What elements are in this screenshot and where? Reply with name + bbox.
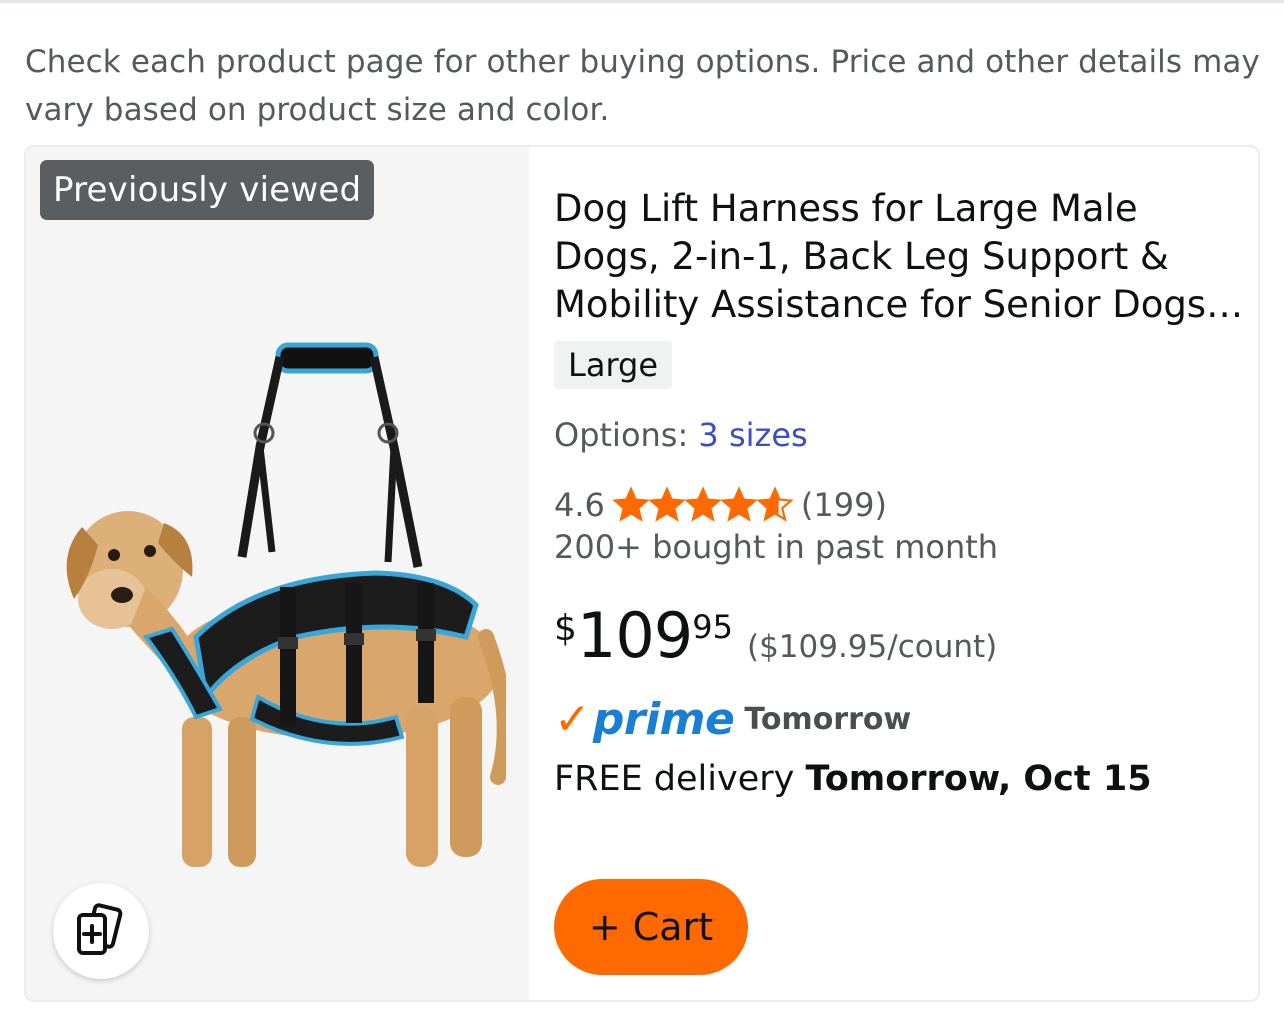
product-image-pane[interactable]: Previously viewed [26, 147, 529, 1000]
options-sizes-link[interactable]: 3 sizes [698, 416, 807, 454]
review-count[interactable]: (199) [801, 486, 887, 524]
product-card[interactable]: Previously viewed Dog Lift Harness for L… [24, 145, 1260, 1002]
size-chip: Large [554, 341, 673, 389]
prime-check-icon: ✓ [554, 694, 591, 745]
price-symbol: $ [554, 608, 577, 649]
star-icon [648, 487, 685, 522]
prime-logo: prime [592, 694, 735, 745]
star-icon [720, 487, 757, 522]
compare-cards-icon [77, 903, 123, 955]
add-to-compare-button[interactable] [53, 883, 149, 979]
rating-row[interactable]: 4.6 (199) [554, 483, 887, 527]
price-whole: 109 [576, 599, 693, 672]
product-image[interactable] [46, 337, 506, 897]
product-title[interactable]: Dog Lift Harness for Large Male Dogs, 2-… [554, 185, 1244, 329]
price: $ 109 95 ($109.95/count) [554, 601, 997, 671]
star-icon [756, 487, 793, 522]
top-divider [0, 0, 1284, 3]
rating-value: 4.6 [554, 486, 605, 524]
buying-options-disclaimer: Check each product page for other buying… [25, 44, 1260, 128]
star-icon [684, 487, 721, 522]
previously-viewed-badge: Previously viewed [40, 160, 375, 220]
prime-badge: ✓ prime Tomorrow [554, 695, 911, 745]
product-details: Dog Lift Harness for Large Male Dogs, 2-… [554, 147, 1254, 1000]
delivery-prefix: FREE delivery [554, 759, 795, 799]
delivery-date: Tomorrow, Oct 15 [805, 759, 1152, 799]
star-icon [612, 487, 649, 522]
options-label: Options: [554, 416, 689, 454]
add-to-cart-button[interactable]: + Cart [554, 879, 748, 975]
unit-price: ($109.95/count) [746, 629, 998, 665]
rating-stars [612, 487, 793, 523]
size-options: Options: 3 sizes [554, 413, 808, 457]
price-fraction: 95 [692, 608, 733, 646]
delivery-info: FREE delivery Tomorrow, Oct 15 [554, 755, 1152, 803]
prime-delivery-day: Tomorrow [744, 702, 912, 737]
bought-in-past-month: 200+ bought in past month [554, 528, 999, 566]
